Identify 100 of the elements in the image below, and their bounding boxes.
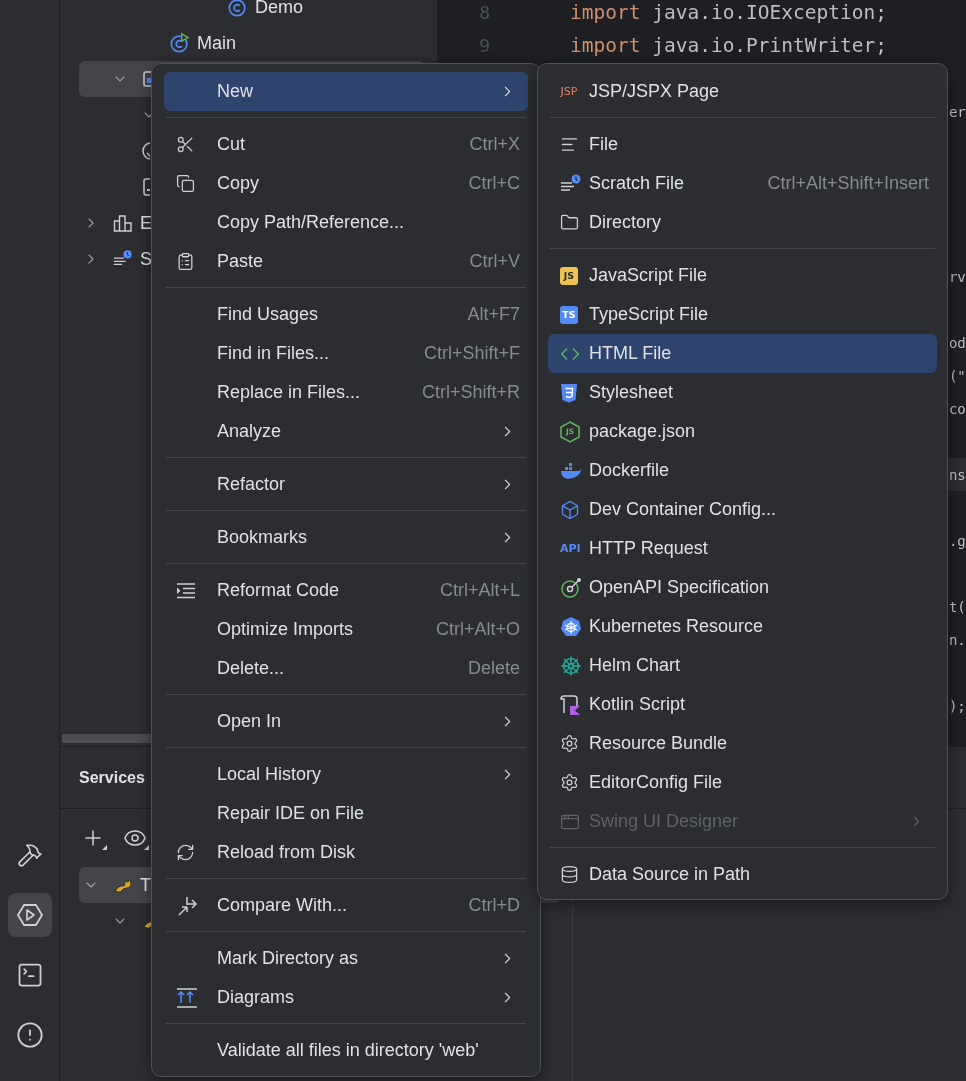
tree-item-label[interactable]: Demo: [255, 0, 303, 18]
code-fragment: ns: [949, 466, 966, 483]
kubernetes-icon: [560, 615, 582, 638]
refresh-icon: [176, 843, 195, 862]
shortcut-text: Ctrl+Alt+O: [435, 619, 520, 640]
kotlin-script-icon: [560, 693, 582, 716]
menu-item[interactable]: JS JavaScript File: [548, 256, 937, 295]
runnable-class-icon: [170, 32, 190, 54]
warning-icon: [15, 1021, 44, 1049]
menu-item[interactable]: Reformat Code Ctrl+Alt+L: [164, 571, 528, 610]
menu-item[interactable]: Reload from Disk: [164, 833, 528, 872]
file-lines-icon: [560, 135, 579, 154]
menu-item[interactable]: Find Usages Alt+F7: [164, 295, 528, 334]
menu-item[interactable]: Analyze: [164, 412, 528, 451]
code-fragment: rv: [949, 268, 966, 285]
shortcut-text: Alt+F7: [467, 304, 520, 325]
menu-item[interactable]: API HTTP Request: [548, 529, 937, 568]
menu-item[interactable]: Validate all files in directory 'web': [164, 1031, 528, 1070]
menu-item[interactable]: New: [164, 72, 528, 111]
compare-icon: [176, 894, 198, 917]
menu-item[interactable]: Stylesheet: [548, 373, 937, 412]
code-fragment: .g: [949, 532, 966, 549]
shortcut-text: Ctrl+V: [469, 251, 520, 272]
menu-item[interactable]: Cut Ctrl+X: [164, 125, 528, 164]
code-fragment: od: [949, 334, 966, 351]
menu-item[interactable]: Find in Files... Ctrl+Shift+F: [164, 334, 528, 373]
javascript-icon: JS: [560, 266, 578, 285]
menu-item[interactable]: Directory: [548, 203, 937, 242]
menu-item[interactable]: Delete... Delete: [164, 649, 528, 688]
code-fragment: );: [949, 697, 966, 714]
class-icon: [228, 0, 248, 18]
module-icon: [142, 69, 151, 89]
menu-item[interactable]: TS TypeScript File: [548, 295, 937, 334]
run-icon: [15, 901, 44, 929]
gear-icon: [560, 734, 579, 753]
clipboard-icon: [176, 252, 195, 271]
code-fragment: co: [949, 400, 966, 417]
menu-item[interactable]: Dev Container Config...: [548, 490, 937, 529]
helm-wheel-icon: [560, 654, 582, 677]
menu-item[interactable]: Refactor: [164, 465, 528, 504]
menu-item[interactable]: File: [548, 125, 937, 164]
menu-item[interactable]: Local History: [164, 755, 528, 794]
menu-item[interactable]: Kotlin Script: [548, 685, 937, 724]
code-line: import java.io.IOException;: [570, 1, 888, 24]
tomcat-icon: [113, 876, 133, 894]
diagram-icon: [176, 987, 198, 1008]
shortcut-text: Delete: [467, 658, 520, 679]
code-fragment: t(: [949, 598, 966, 615]
menu-item[interactable]: Copy Ctrl+C: [164, 164, 528, 203]
menu-item[interactable]: Open In: [164, 702, 528, 741]
tree-item-label[interactable]: E: [140, 212, 152, 234]
gear-icon: [560, 773, 579, 792]
tree-item-label[interactable]: T: [140, 874, 151, 896]
menu-item[interactable]: HTML File: [548, 334, 937, 373]
bar-chart-icon: [113, 213, 133, 233]
menu-item[interactable]: Diagrams: [164, 978, 528, 1017]
menu-item[interactable]: Copy Path/Reference...: [164, 203, 528, 242]
file-icon: [141, 177, 150, 197]
openapi-icon: [560, 576, 582, 599]
menu-item[interactable]: Repair IDE on File: [164, 794, 528, 833]
menu-item[interactable]: Optimize Imports Ctrl+Alt+O: [164, 610, 528, 649]
menu-item[interactable]: Replace in Files... Ctrl+Shift+R: [164, 373, 528, 412]
menu-item[interactable]: OpenAPI Specification: [548, 568, 937, 607]
code-fragment: (": [949, 367, 966, 384]
shortcut-text: Ctrl+D: [468, 895, 520, 916]
api-icon: API: [560, 539, 581, 558]
tool-window-button[interactable]: [7, 893, 52, 937]
menu-item[interactable]: Mark Directory as: [164, 939, 528, 978]
menu-item[interactable]: Scratch File Ctrl+Alt+Shift+Insert: [548, 164, 937, 203]
typescript-icon: TS: [560, 305, 578, 324]
jsp-icon: JSP: [560, 82, 578, 101]
whale-icon: [560, 461, 582, 480]
menu-item[interactable]: Paste Ctrl+V: [164, 242, 528, 281]
menu-item[interactable]: Bookmarks: [164, 518, 528, 557]
scissors-icon: [176, 135, 195, 154]
shield-icon: [560, 382, 578, 403]
tree-item-label[interactable]: S: [140, 248, 152, 270]
code-fragment: er: [949, 103, 966, 120]
shortcut-text: Ctrl+Shift+F: [423, 343, 520, 364]
shortcut-text: Ctrl+X: [469, 134, 520, 155]
shortcut-text: Ctrl+Shift+R: [421, 382, 520, 403]
menu-item[interactable]: Helm Chart: [548, 646, 937, 685]
tree-item-label[interactable]: Main: [197, 32, 236, 54]
menu-item[interactable]: Resource Bundle: [548, 724, 937, 763]
menu-item[interactable]: Kubernetes Resource: [548, 607, 937, 646]
scratch-file-icon: [560, 173, 582, 194]
reformat-icon: [176, 581, 196, 600]
hammer-icon: [16, 842, 43, 868]
code-fragment: n.: [949, 631, 966, 648]
menu-item[interactable]: EditorConfig File: [548, 763, 937, 802]
menu-item[interactable]: Compare With... Ctrl+D: [164, 886, 528, 925]
copy-icon: [176, 174, 195, 193]
code-line: import java.io.PrintWriter;: [570, 34, 888, 57]
menu-item[interactable]: JSP JSP/JSPX Page: [548, 72, 937, 111]
menu-item[interactable]: Dockerfile: [548, 451, 937, 490]
folder-icon: [560, 213, 579, 232]
globe-icon: [141, 141, 150, 161]
menu-item[interactable]: Data Source in Path: [548, 855, 937, 894]
shortcut-text: Ctrl+C: [468, 173, 520, 194]
shortcut-text: Ctrl+Alt+Shift+Insert: [767, 173, 929, 194]
